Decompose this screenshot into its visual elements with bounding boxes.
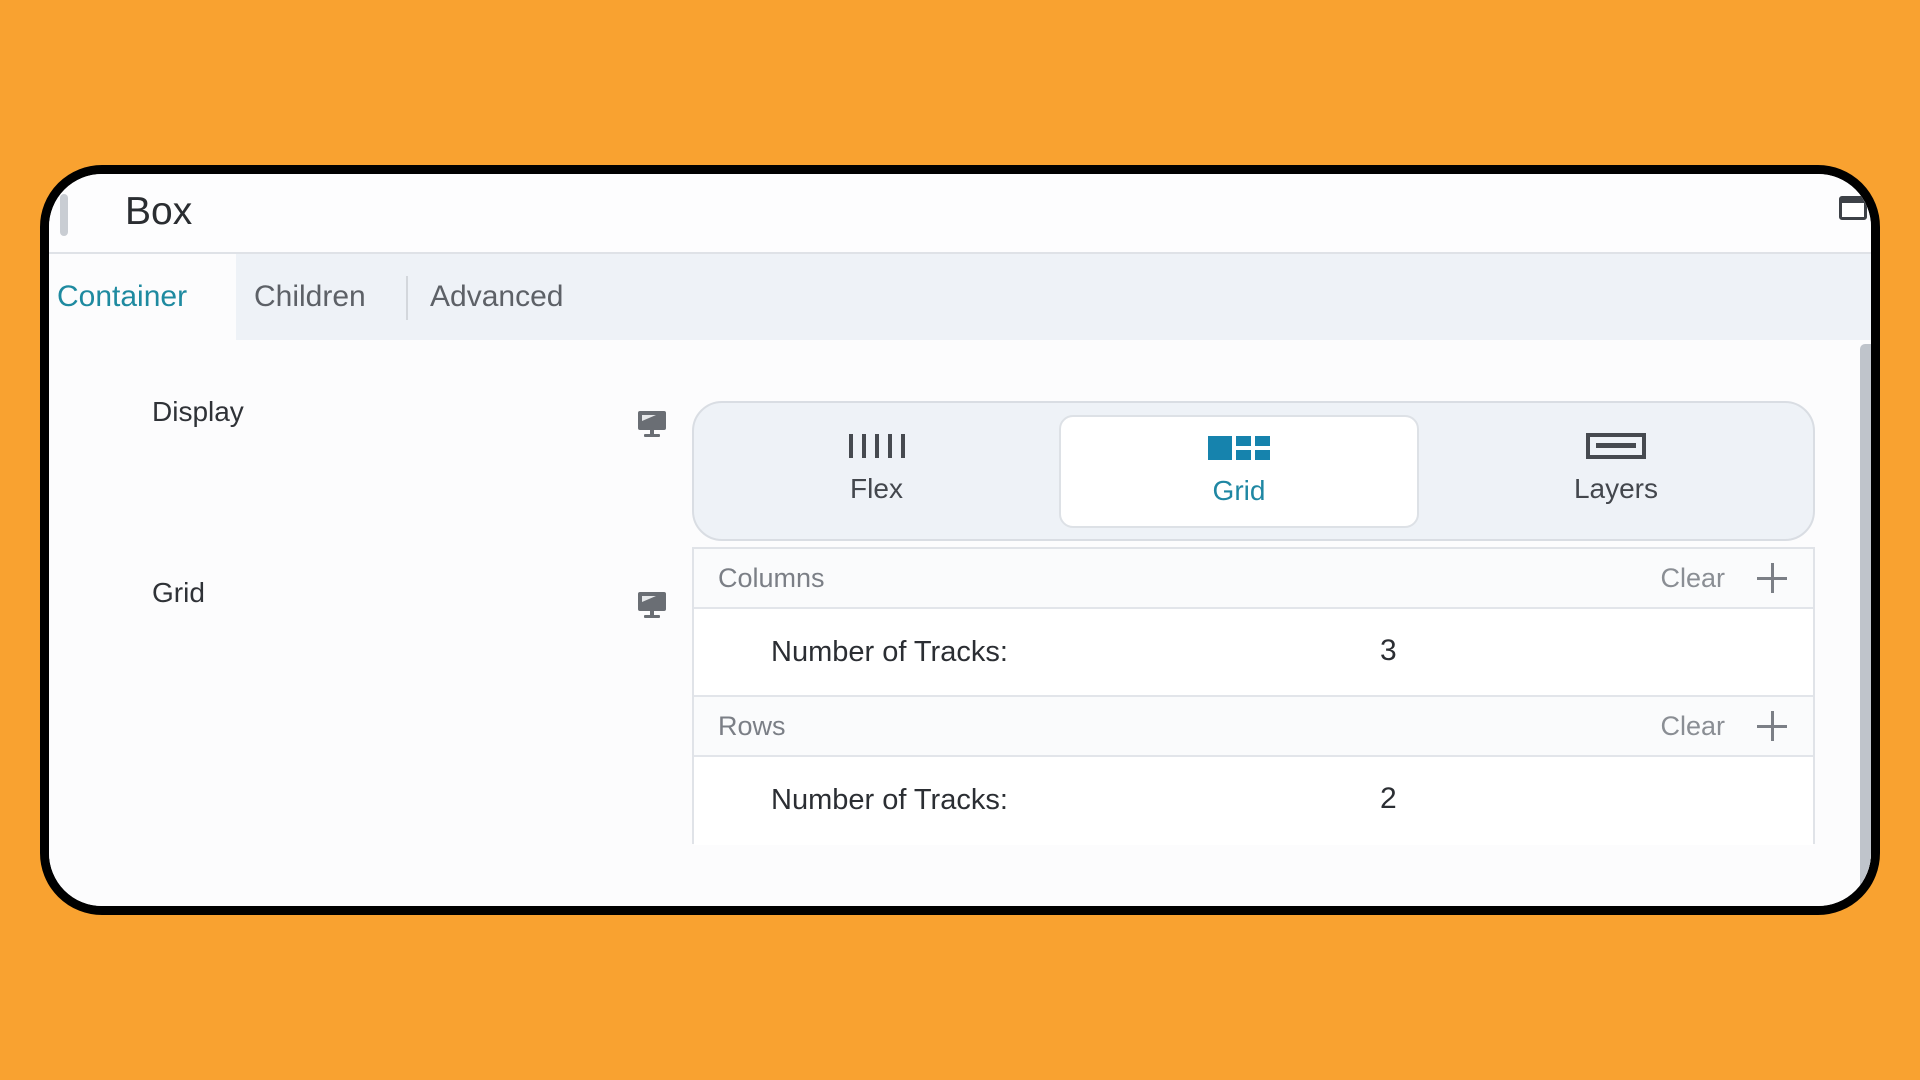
title-bar: Box xyxy=(49,174,1871,254)
display-mode-selector: Flex Grid Layers xyxy=(692,401,1815,541)
columns-track-count-input[interactable]: 3 xyxy=(1380,634,1420,668)
tab-container[interactable]: Container xyxy=(49,254,236,340)
display-option-label: Flex xyxy=(850,473,903,504)
display-label: Display xyxy=(152,396,244,427)
columns-title: Columns xyxy=(718,563,825,593)
rows-header: Rows Clear xyxy=(694,697,1813,757)
display-option-label: Layers xyxy=(1573,473,1659,504)
layers-stack-icon xyxy=(1586,433,1646,459)
tab-bar: Container Children Advanced xyxy=(49,254,1871,340)
display-option-grid[interactable]: Grid xyxy=(1059,415,1419,528)
display-option-layers[interactable]: Layers xyxy=(1431,415,1801,528)
rows-track-count-row: Number of Tracks: 2 xyxy=(694,757,1813,845)
tab-divider xyxy=(406,276,408,320)
flex-columns-icon xyxy=(848,434,905,458)
plus-icon[interactable] xyxy=(1755,561,1789,595)
columns-clear-button[interactable]: Clear xyxy=(1660,563,1725,594)
drag-handle[interactable] xyxy=(60,194,68,236)
columns-track-count-label: Number of Tracks: xyxy=(771,636,1008,668)
box-panel-window: Box Container Children Advanced Display xyxy=(40,165,1880,915)
container-settings: Display Flex Grid Layers Grid Columns Cl… xyxy=(49,340,1871,906)
display-option-label: Grid xyxy=(1212,475,1266,506)
display-option-flex[interactable]: Flex xyxy=(704,415,1049,528)
columns-track-count-row: Number of Tracks: 3 xyxy=(694,609,1813,697)
vertical-scrollbar[interactable] xyxy=(1860,344,1871,906)
grid-layout-icon xyxy=(1208,436,1270,460)
rows-clear-button[interactable]: Clear xyxy=(1660,711,1725,742)
desktop-monitor-icon[interactable] xyxy=(636,590,668,620)
grid-tracks-editor: Columns Clear Number of Tracks: 3 Rows C… xyxy=(692,547,1815,845)
window-maximize-icon[interactable] xyxy=(1839,196,1867,220)
rows-track-count-input[interactable]: 2 xyxy=(1380,782,1420,816)
rows-title: Rows xyxy=(718,711,786,741)
grid-label: Grid xyxy=(152,577,205,608)
rows-track-count-label: Number of Tracks: xyxy=(771,784,1008,816)
tab-children[interactable]: Children xyxy=(254,254,366,340)
window-title: Box xyxy=(125,190,193,233)
tab-advanced[interactable]: Advanced xyxy=(430,254,563,340)
plus-icon[interactable] xyxy=(1755,709,1789,743)
columns-header: Columns Clear xyxy=(694,549,1813,609)
desktop-monitor-icon[interactable] xyxy=(636,409,668,439)
